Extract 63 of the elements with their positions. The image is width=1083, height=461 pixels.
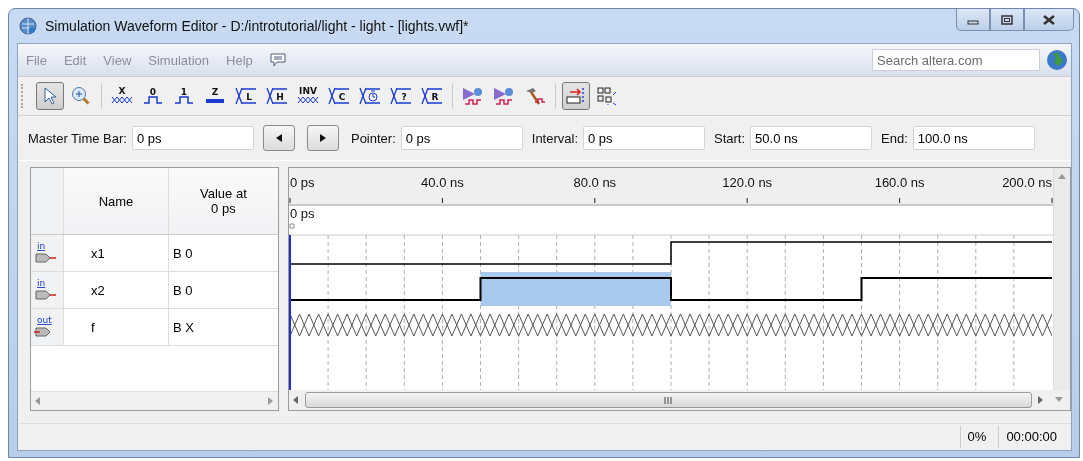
horizontal-scrollbar[interactable] bbox=[31, 391, 278, 410]
simulate-icon bbox=[492, 86, 516, 106]
signal-name[interactable]: x1 bbox=[64, 235, 169, 271]
signal-name[interactable]: f bbox=[64, 309, 169, 345]
time-field[interactable]: 0 ps bbox=[400, 126, 523, 150]
time-field[interactable]: 100.0 ns bbox=[912, 126, 1035, 150]
vertical-scrollbar[interactable] bbox=[1052, 168, 1070, 390]
scroll-right-icon[interactable] bbox=[267, 397, 274, 405]
scroll-left-icon[interactable] bbox=[35, 397, 41, 405]
left-triangle-icon bbox=[274, 133, 283, 143]
right-triangle-icon bbox=[318, 133, 327, 143]
next-button[interactable] bbox=[306, 125, 339, 151]
status-text: 00:00:00 bbox=[998, 426, 1071, 448]
toolbar-button[interactable] bbox=[562, 82, 590, 110]
time-tick: 200.0 ns bbox=[1001, 175, 1053, 204]
column-header[interactable]: Value at 0 ps bbox=[169, 168, 278, 234]
close-button[interactable] bbox=[1024, 9, 1074, 31]
close-icon bbox=[1042, 14, 1056, 25]
time-tick: 0 ps bbox=[289, 175, 315, 204]
pointer-icon bbox=[42, 87, 58, 105]
scroll-grip-icon[interactable] bbox=[664, 396, 673, 404]
signal-name[interactable]: x2 bbox=[64, 272, 169, 308]
time-tick: 40.0 ns bbox=[420, 175, 464, 204]
time-field[interactable]: 0 ps bbox=[583, 126, 706, 150]
toolbar-button[interactable] bbox=[36, 82, 64, 110]
marker-handle-icon[interactable] bbox=[289, 223, 295, 229]
snap-to-grid-icon bbox=[565, 86, 587, 106]
speech-bubble-icon bbox=[269, 53, 286, 67]
field-label: Start: bbox=[714, 130, 746, 146]
unknown-value-waveform[interactable] bbox=[289, 314, 1052, 336]
grid-icon bbox=[596, 86, 618, 106]
field-label: Master Time Bar: bbox=[28, 130, 127, 146]
signal-waveform[interactable] bbox=[289, 241, 1053, 265]
maximize-button[interactable] bbox=[990, 9, 1024, 31]
time-field[interactable]: 0 ps bbox=[131, 126, 254, 150]
status-text: 0% bbox=[959, 426, 999, 448]
signal-waveform[interactable] bbox=[288, 277, 1053, 301]
time-tick: 80.0 ns bbox=[573, 175, 616, 204]
time-field[interactable]: 50.0 ns bbox=[750, 126, 873, 150]
scroll-right-icon[interactable] bbox=[1038, 396, 1044, 404]
field-label: End: bbox=[881, 130, 908, 146]
column-header[interactable]: Name bbox=[64, 168, 169, 234]
zoom-icon bbox=[71, 86, 91, 106]
clock-wave-icon bbox=[358, 86, 382, 106]
globe-app-icon bbox=[19, 17, 37, 35]
scroll-up-icon[interactable] bbox=[1057, 174, 1066, 180]
scroll-left-icon[interactable] bbox=[292, 396, 299, 404]
maximize-icon bbox=[1001, 14, 1013, 25]
previous-button[interactable] bbox=[262, 125, 295, 151]
time-tick: 120.0 ns bbox=[722, 175, 772, 204]
time-marker-label: 0 ps bbox=[289, 206, 315, 221]
signal-value: B X bbox=[172, 318, 195, 337]
time-bar-line[interactable] bbox=[288, 234, 291, 390]
signal-value: B 0 bbox=[172, 244, 194, 263]
signal-value: B 0 bbox=[172, 281, 194, 300]
globe-icon[interactable] bbox=[1046, 49, 1068, 71]
scroll-down-icon[interactable] bbox=[1055, 397, 1063, 403]
window-title: Simulation Waveform Editor - D:/introtutorial/light - light - [lights.vwf]* bbox=[45, 18, 469, 34]
simulate-icon bbox=[461, 86, 485, 106]
time-tick: 160.0 ns bbox=[874, 175, 925, 204]
field-label: Interval: bbox=[531, 130, 579, 146]
field-label: Pointer: bbox=[350, 130, 396, 146]
search-field[interactable]: Search altera.com bbox=[872, 49, 1040, 71]
